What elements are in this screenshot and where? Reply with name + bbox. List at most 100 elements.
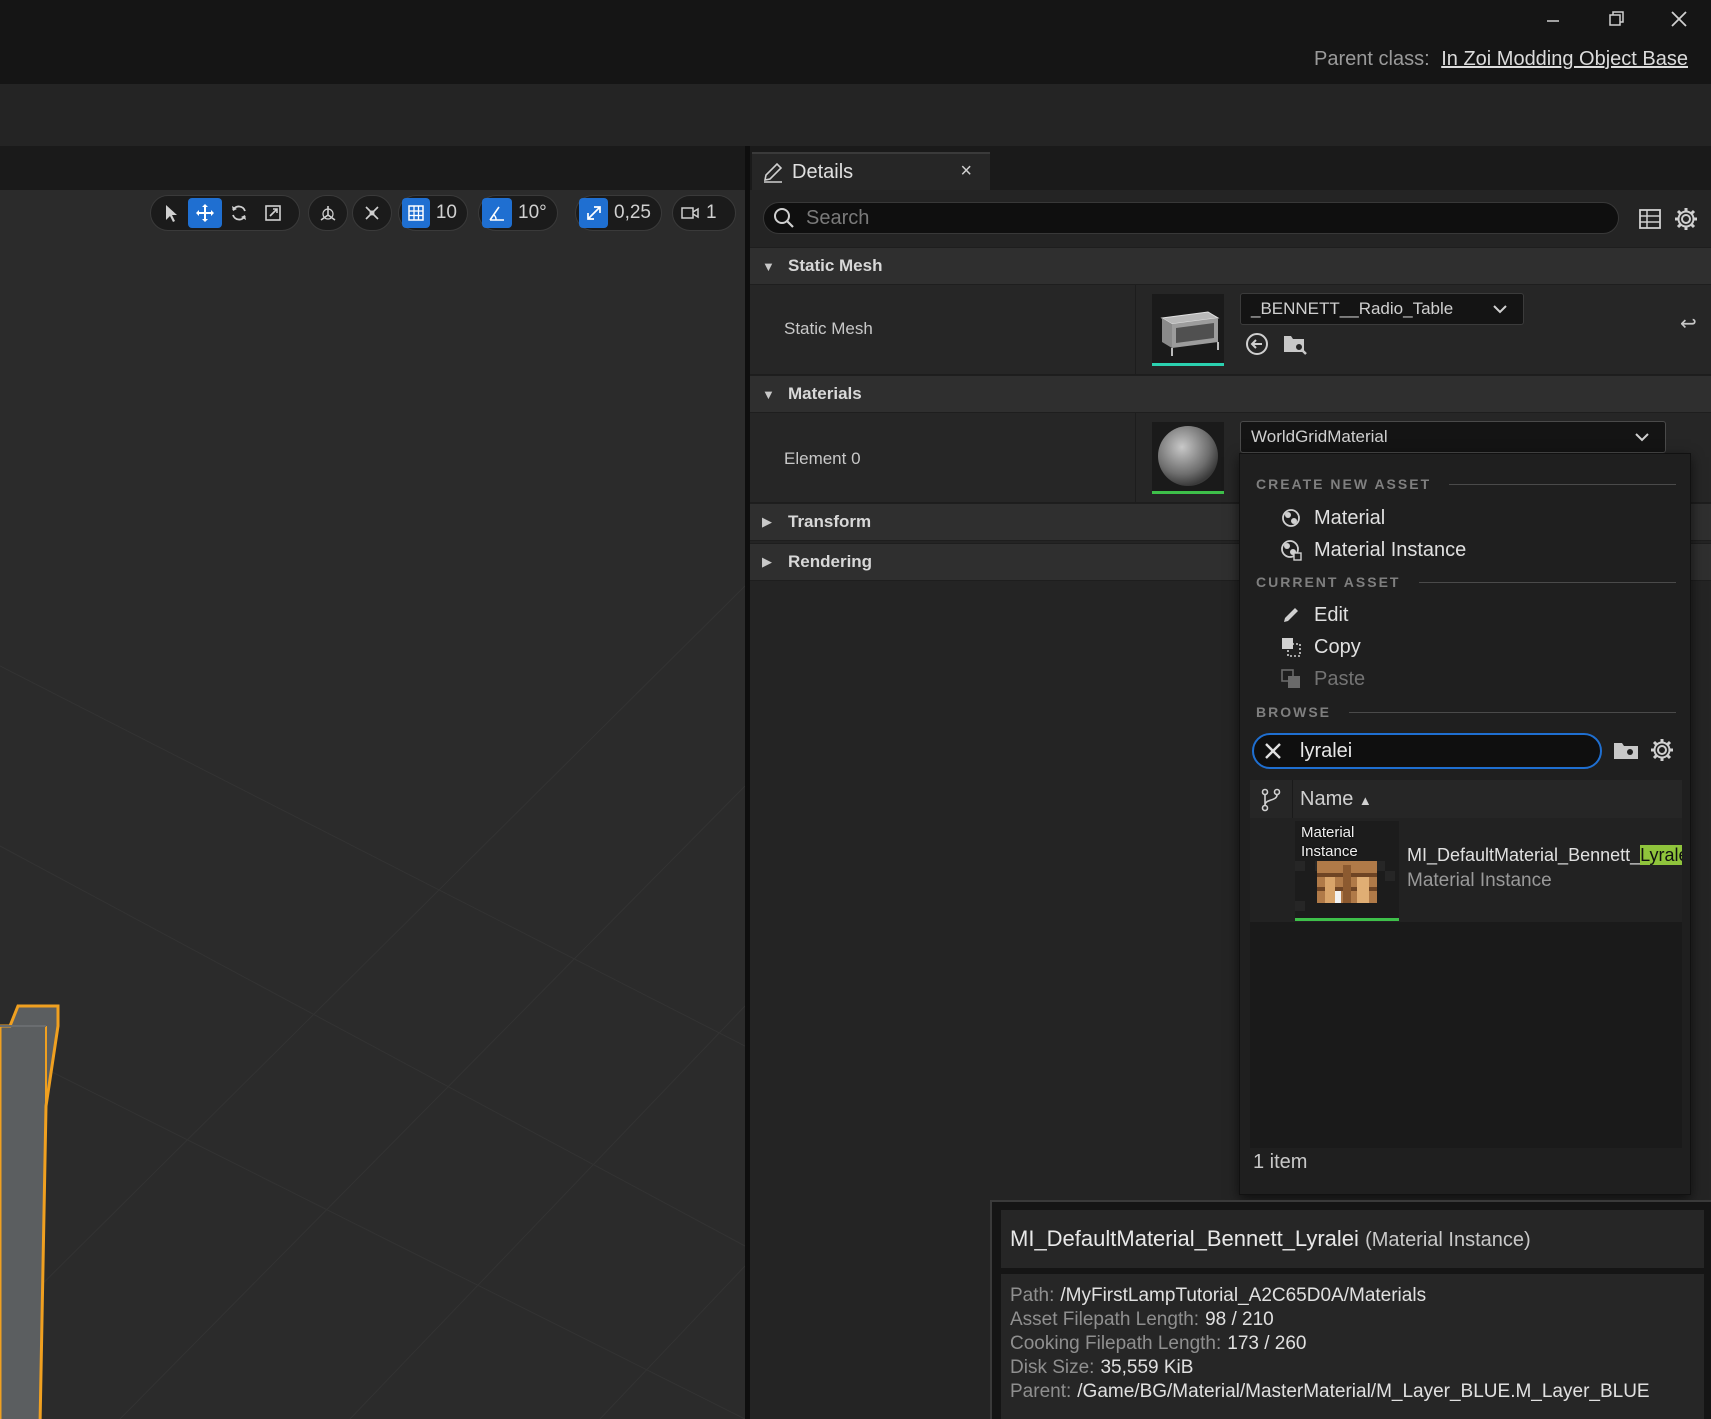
tooltip-asset-filepath-length: Asset Filepath Length: 98 / 210 bbox=[1010, 1309, 1274, 1330]
browse-search-input[interactable] bbox=[1300, 739, 1570, 763]
copy-asset-item[interactable]: Copy bbox=[1278, 632, 1678, 662]
section-title: Transform bbox=[788, 512, 872, 531]
asset-picker-menu: CREATE NEW ASSET Material Material Insta… bbox=[1239, 453, 1691, 1195]
property-matrix-button[interactable] bbox=[1636, 205, 1664, 233]
material-combo[interactable]: WorldGridMaterial bbox=[1240, 421, 1666, 453]
section-static-mesh[interactable]: ▼ Static Mesh bbox=[750, 247, 1711, 285]
minimize-icon bbox=[1547, 20, 1559, 22]
tooltip-disk-size: Disk Size: 35,559 KiB bbox=[1010, 1357, 1194, 1378]
reset-to-default-button[interactable]: ↩ bbox=[1680, 311, 1697, 336]
heading-text: CURRENT ASSET bbox=[1256, 574, 1401, 590]
section-materials[interactable]: ▼ Materials bbox=[750, 375, 1711, 413]
column-divider bbox=[1292, 780, 1293, 818]
heading-text: CREATE NEW ASSET bbox=[1256, 476, 1432, 492]
rotation-snap-toggle[interactable] bbox=[482, 198, 512, 228]
static-mesh-row: Static Mesh _BENNETT__Radio_Table ↩ bbox=[750, 285, 1711, 375]
browse-settings-button[interactable] bbox=[1650, 738, 1678, 766]
camera-speed-value[interactable]: 1 bbox=[704, 202, 724, 224]
world-space-button[interactable] bbox=[309, 198, 347, 228]
edit-asset-item[interactable]: Edit bbox=[1278, 600, 1678, 630]
close-icon bbox=[1671, 11, 1687, 27]
chevron-down-icon bbox=[1493, 305, 1507, 314]
static-mesh-combo[interactable]: _BENNETT__Radio_Table bbox=[1240, 293, 1524, 325]
rotation-snap-value[interactable]: 10° bbox=[512, 202, 554, 224]
parent-class-info: Parent class: In Zoi Modding Object Base bbox=[1314, 48, 1688, 71]
sphere-preview bbox=[1152, 422, 1224, 491]
item-count: 1 item bbox=[1253, 1151, 1308, 1173]
asset-list-item[interactable]: Material Instance MI_DefaultMaterial_Benn… bbox=[1250, 818, 1682, 922]
name-column-label: Name bbox=[1300, 788, 1354, 810]
scale-snap-value[interactable]: 0,25 bbox=[608, 202, 658, 224]
tooltip-type: (Material Instance) bbox=[1365, 1229, 1531, 1251]
scale-snap-toggle[interactable] bbox=[579, 198, 609, 228]
viewport[interactable]: 10 10° 0,25 1 bbox=[0, 146, 745, 1419]
grid-snap-value[interactable]: 10 bbox=[430, 202, 464, 224]
details-tab-bar: Details × bbox=[750, 146, 1711, 190]
menu-item-label: Edit bbox=[1314, 603, 1349, 626]
asset-list-header: Name ▲ bbox=[1250, 780, 1682, 818]
pencil-icon bbox=[1284, 608, 1298, 622]
copy-icon bbox=[1282, 638, 1301, 657]
parent-class-link[interactable]: In Zoi Modding Object Base bbox=[1441, 48, 1688, 70]
close-window-button[interactable] bbox=[1654, 2, 1704, 36]
create-material-instance-item[interactable]: Material Instance bbox=[1278, 535, 1678, 565]
transform-tools bbox=[150, 195, 300, 231]
name-column-header[interactable]: Name ▲ bbox=[1300, 788, 1372, 811]
folder-icon bbox=[1614, 743, 1638, 759]
sort-ascending-icon: ▲ bbox=[1358, 793, 1372, 808]
select-mode-button[interactable] bbox=[154, 198, 188, 228]
title-bar: Parent class: In Zoi Modding Object Base bbox=[0, 0, 1711, 84]
restore-icon bbox=[1609, 11, 1624, 26]
menu-item-label: Material bbox=[1314, 506, 1386, 529]
browse-to-asset-button[interactable] bbox=[1282, 331, 1310, 359]
expanded-arrow-icon: ▼ bbox=[762, 386, 775, 402]
grid-snap-toggle[interactable] bbox=[402, 198, 430, 228]
camera-speed-group: 1 bbox=[672, 195, 736, 231]
camera-icon bbox=[681, 207, 699, 219]
browse-folder-button[interactable] bbox=[1612, 738, 1642, 766]
static-mesh-label: Static Mesh bbox=[784, 319, 873, 338]
element0-label: Element 0 bbox=[784, 449, 861, 468]
collapsed-arrow-icon: ▶ bbox=[762, 514, 772, 529]
restore-button[interactable] bbox=[1592, 2, 1642, 36]
source-control-branch-icon[interactable] bbox=[1260, 788, 1282, 812]
rotation-snap-group: 10° bbox=[478, 195, 558, 231]
camera-speed-button[interactable] bbox=[676, 198, 704, 228]
material-thumbnail[interactable] bbox=[1152, 422, 1224, 494]
translate-mode-button[interactable] bbox=[188, 198, 222, 228]
use-selected-arrow-icon bbox=[1246, 333, 1268, 355]
details-search-input[interactable] bbox=[806, 206, 1586, 230]
chevron-down-icon bbox=[1635, 433, 1649, 442]
tooltip-parent: Parent:/Game/BG/Material/MasterMaterial/… bbox=[1010, 1381, 1650, 1402]
angle-icon bbox=[489, 206, 504, 221]
create-material-item[interactable]: Material bbox=[1278, 503, 1678, 533]
gear-icon bbox=[1675, 208, 1697, 230]
cursor-icon bbox=[166, 205, 177, 222]
rotate-mode-button[interactable] bbox=[222, 198, 256, 228]
details-settings-button[interactable] bbox=[1672, 205, 1700, 233]
scale-snap-icon bbox=[586, 206, 601, 220]
editor-toolbar-band bbox=[0, 84, 1711, 146]
menu-item-label: Copy bbox=[1314, 635, 1361, 658]
asset-type: Material Instance bbox=[1407, 870, 1552, 891]
details-tab[interactable]: Details × bbox=[752, 152, 990, 190]
scale-mode-button[interactable] bbox=[256, 198, 290, 228]
clear-search-icon[interactable] bbox=[1262, 740, 1284, 762]
asset-list: Name ▲ Material Instance MI_DefaultMater… bbox=[1250, 780, 1682, 1148]
radio-table-preview bbox=[1152, 294, 1224, 363]
rotate-icon bbox=[232, 205, 246, 221]
current-asset-heading: CURRENT ASSET bbox=[1256, 574, 1676, 590]
paste-asset-item[interactable]: Paste bbox=[1278, 664, 1678, 694]
asset-thumb-type-label: Material Instance bbox=[1301, 824, 1358, 860]
static-mesh-value: _BENNETT__Radio_Table bbox=[1251, 299, 1454, 318]
use-selected-button[interactable] bbox=[1244, 331, 1272, 359]
column-divider bbox=[1135, 285, 1136, 374]
asset-name: MI_DefaultMaterial_Bennett_Lyrale bbox=[1407, 845, 1682, 866]
minimize-button[interactable] bbox=[1528, 2, 1578, 36]
tooltip-cooking-filepath-length: Cooking Filepath Length: 173 / 260 bbox=[1010, 1333, 1307, 1354]
static-mesh-thumbnail[interactable] bbox=[1152, 294, 1224, 366]
section-title: Rendering bbox=[788, 552, 873, 571]
close-tab-button[interactable]: × bbox=[960, 160, 972, 183]
surface-snap-button[interactable] bbox=[353, 198, 391, 228]
selected-mesh[interactable] bbox=[0, 966, 80, 1419]
